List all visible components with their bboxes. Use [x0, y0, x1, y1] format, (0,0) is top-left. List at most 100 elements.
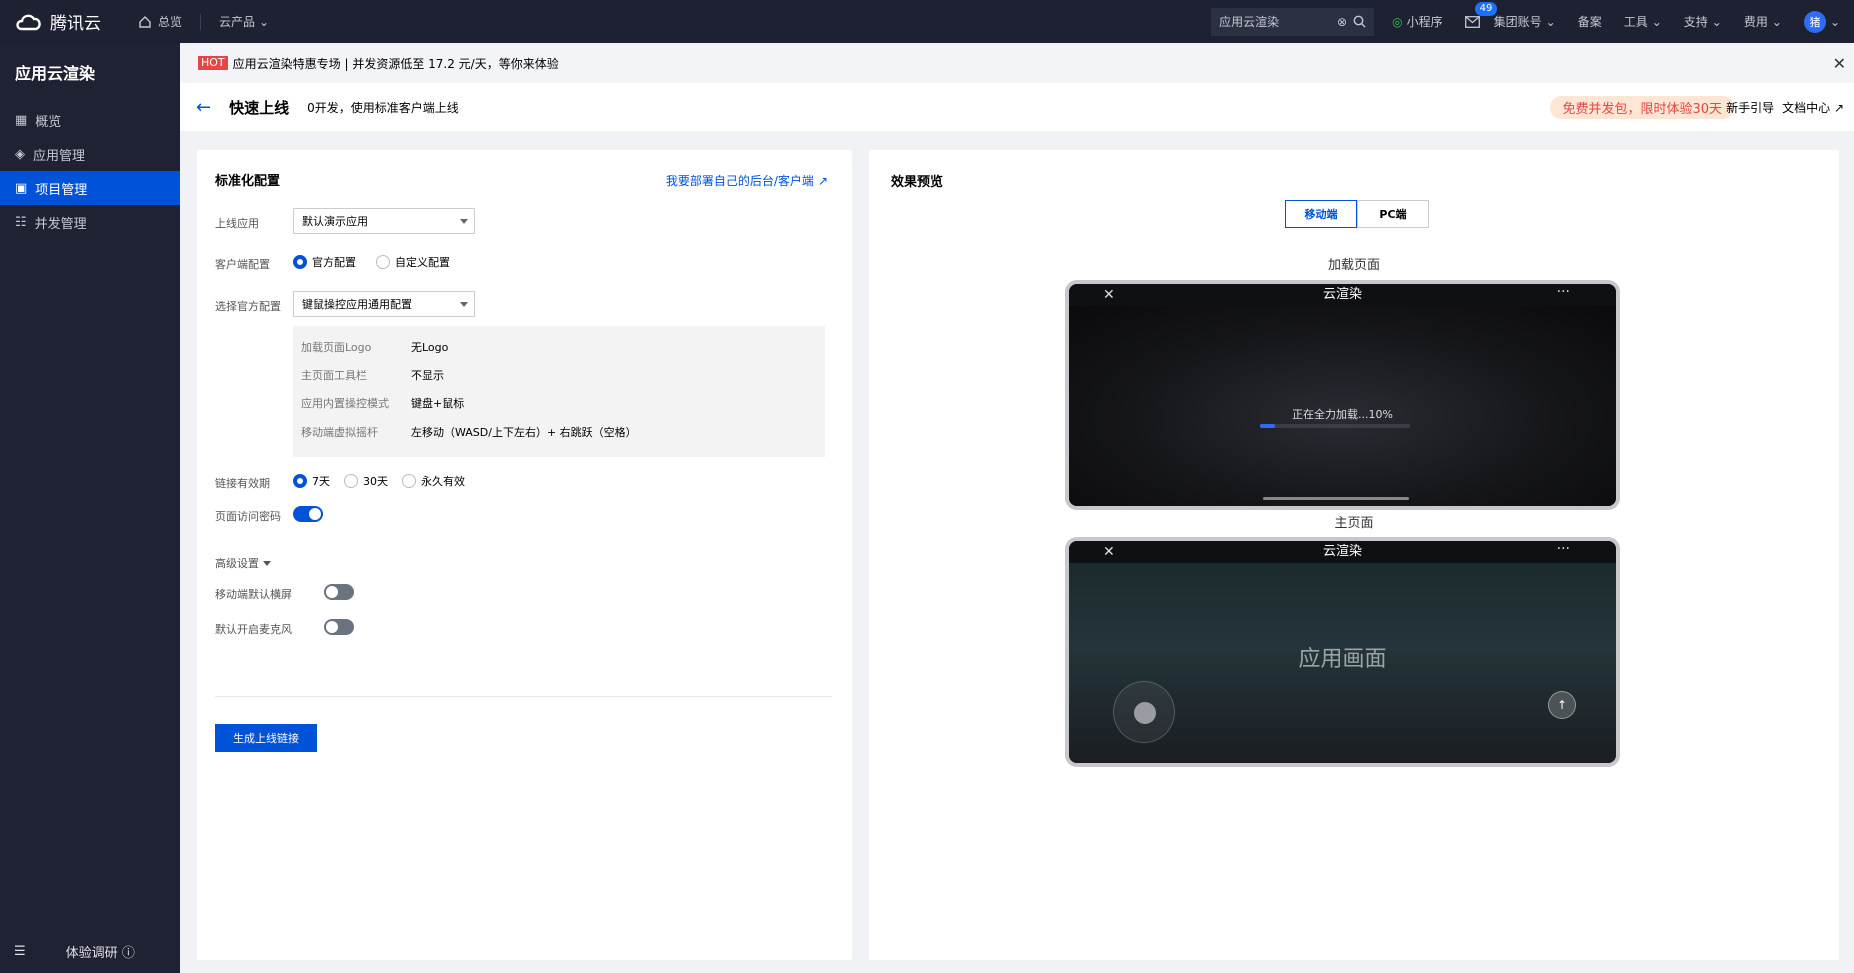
detail-row: 加载页面Logo 无Logo: [301, 339, 448, 355]
nav-products-label: 云产品: [219, 15, 256, 29]
main-preview: ✕ 云渲染 ··· 应用画面 ↑: [1065, 537, 1620, 767]
advanced-label: 高级设置: [215, 557, 259, 570]
sidebar-footer: ☰ 体验调研 ⓘ: [0, 929, 180, 973]
radio-dot: [344, 474, 358, 488]
nav-account[interactable]: 集团账号 ⌄: [1494, 13, 1556, 30]
chevron-down-icon: ⌄: [1711, 14, 1722, 29]
radio-dot: [293, 474, 307, 488]
collapse-icon[interactable]: ☰: [14, 944, 26, 959]
nav-billing[interactable]: 费用 ⌄: [1744, 13, 1782, 30]
nav-miniprogram-label: 小程序: [1406, 15, 1443, 29]
radio-dot: [402, 474, 416, 488]
deploy-own-link[interactable]: 我要部署自己的后台/客户端 ↗: [666, 172, 828, 189]
promo-banner[interactable]: HOT 应用云渲染特惠专场 | 并发资源低至 17.2 元/天，等你来体验 ✕: [180, 43, 1854, 83]
landscape-label: 移动端默认横屏: [215, 588, 292, 601]
phone-title-bar: ✕ 云渲染 ···: [1069, 541, 1616, 563]
nav-products[interactable]: 云产品 ⌄: [219, 13, 269, 30]
chevron-down-icon: ⌄: [1771, 14, 1782, 29]
sidebar: 应用云渲染 ▦ 概览 ◈ 应用管理 ▣ 项目管理 ☷ 并发管理 ☰ 体验调研 ⓘ: [0, 43, 180, 973]
generate-link-button[interactable]: 生成上线链接: [215, 724, 317, 752]
app-screen: 应用画面 ↑: [1069, 563, 1616, 763]
radio-7days[interactable]: 7天: [293, 473, 330, 489]
clear-icon[interactable]: ⊗: [1337, 15, 1347, 29]
sidebar-item-concurrency[interactable]: ☷ 并发管理: [0, 205, 180, 239]
search-input[interactable]: 应用云渲染: [1219, 13, 1331, 30]
nav-home-label: 总览: [158, 15, 183, 29]
jump-icon: ↑: [1548, 691, 1576, 719]
miniprogram-icon: ◎: [1392, 14, 1403, 29]
mail-icon: [1464, 15, 1480, 28]
landscape-toggle[interactable]: [324, 584, 354, 600]
preview-title: 效果预览: [891, 175, 944, 190]
page-header: ← 快速上线 0开发，使用标准客户端上线 免费并发包，限时体验30天 新手引导 …: [180, 83, 1854, 131]
official-config-select[interactable]: 键鼠操控应用通用配置: [293, 291, 475, 317]
guide-link[interactable]: 新手引导: [1726, 99, 1774, 116]
nav-divider: [200, 13, 202, 30]
mic-toggle[interactable]: [324, 619, 354, 635]
nav-beian[interactable]: 备案: [1578, 13, 1602, 30]
phone-title: 云渲染: [1322, 544, 1362, 559]
banner-text: 应用云渲染特惠专场 | 并发资源低至 17.2 元/天，等你来体验: [232, 56, 559, 71]
sidebar-item-label: 并发管理: [34, 216, 87, 232]
loading-progress-bar: [1260, 424, 1410, 428]
nav-beian-label: 备案: [1577, 15, 1602, 29]
sidebar-item-projects[interactable]: ▣ 项目管理: [0, 171, 180, 205]
nav-home[interactable]: 总览: [138, 13, 182, 30]
caret-down-icon: [460, 219, 468, 224]
radio-dot: [376, 255, 390, 269]
brand-logo[interactable]: 腾讯云: [14, 9, 126, 34]
nav-miniprogram[interactable]: ◎ 小程序: [1392, 13, 1443, 30]
phone-title-bar: ✕ 云渲染 ···: [1069, 284, 1616, 306]
caret-down-icon: [460, 302, 468, 307]
config-details: 加载页面Logo 无Logo 主页面工具栏 不显示 应用内置操控模式 键盘+鼠标 移动…: [293, 326, 825, 457]
search-icon[interactable]: [1353, 15, 1366, 28]
advanced-settings-toggle[interactable]: 高级设置: [215, 555, 271, 571]
docs-link[interactable]: 文档中心 ↗: [1782, 99, 1844, 116]
validity-label: 链接有效期: [215, 477, 270, 490]
chevron-down-icon: ⌄: [1545, 14, 1556, 29]
device-switch: 移动端 PC端: [1285, 200, 1429, 228]
app-select-value: 默认演示应用: [302, 215, 368, 228]
radio-official[interactable]: 官方配置: [293, 254, 356, 270]
radio-dot: [293, 255, 307, 269]
radio-permanent[interactable]: 永久有效: [402, 473, 465, 489]
sidebar-item-overview[interactable]: ▦ 概览: [0, 103, 180, 137]
survey-link[interactable]: 体验调研 ⓘ: [66, 942, 135, 961]
tab-mobile[interactable]: 移动端: [1285, 200, 1357, 228]
nav-mail[interactable]: 49: [1464, 1, 1498, 28]
loading-text: 正在全力加载...10%: [1292, 408, 1393, 421]
sidebar-item-label: 应用管理: [33, 148, 86, 164]
caret-down-icon: [263, 560, 271, 566]
divider: [215, 696, 832, 697]
detail-value: 键盘+鼠标: [411, 397, 465, 410]
nav-tools[interactable]: 工具 ⌄: [1624, 13, 1662, 30]
promo-pill[interactable]: 免费并发包，限时体验30天: [1550, 96, 1734, 119]
radio-30days[interactable]: 30天: [344, 473, 388, 489]
password-toggle[interactable]: [293, 506, 323, 522]
password-label: 页面访问密码: [215, 510, 281, 523]
tab-pc[interactable]: PC端: [1357, 200, 1429, 228]
app-select[interactable]: 默认演示应用: [293, 208, 475, 234]
nav-support[interactable]: 支持 ⌄: [1684, 13, 1722, 30]
page-title: 快速上线: [229, 98, 290, 117]
close-icon[interactable]: ✕: [1833, 54, 1846, 73]
radio-custom[interactable]: 自定义配置: [376, 254, 450, 270]
detail-row: 移动端虚拟摇杆 左移动（WASD/上下左右）+ 右跳跃（空格）: [301, 424, 637, 440]
search-box[interactable]: 应用云渲染 ⊗: [1211, 7, 1375, 36]
back-arrow-icon[interactable]: ←: [196, 97, 211, 118]
home-indicator: [1263, 497, 1409, 500]
brand-name: 腾讯云: [50, 14, 101, 34]
phone-title: 云渲染: [1322, 287, 1362, 302]
detail-key: 应用内置操控模式: [301, 397, 389, 410]
config-title: 标准化配置: [215, 174, 281, 189]
folder-icon: ▣: [15, 180, 28, 196]
chevron-down-icon: ⌄: [1829, 14, 1840, 29]
user-menu[interactable]: 猪 ⌄: [1803, 10, 1840, 33]
config-panel: 标准化配置 我要部署自己的后台/客户端 ↗ 上线应用 默认演示应用 客户端配置 …: [197, 150, 852, 960]
sidebar-item-label: 项目管理: [35, 182, 88, 198]
app-placeholder-text: 应用画面: [1298, 647, 1387, 672]
deploy-link-label: 我要部署自己的后台/客户端: [665, 174, 814, 188]
validity-radios: 7天 30天 永久有效: [293, 473, 465, 489]
client-config-radios: 官方配置 自定义配置: [293, 254, 450, 270]
sidebar-item-apps[interactable]: ◈ 应用管理: [0, 137, 180, 171]
